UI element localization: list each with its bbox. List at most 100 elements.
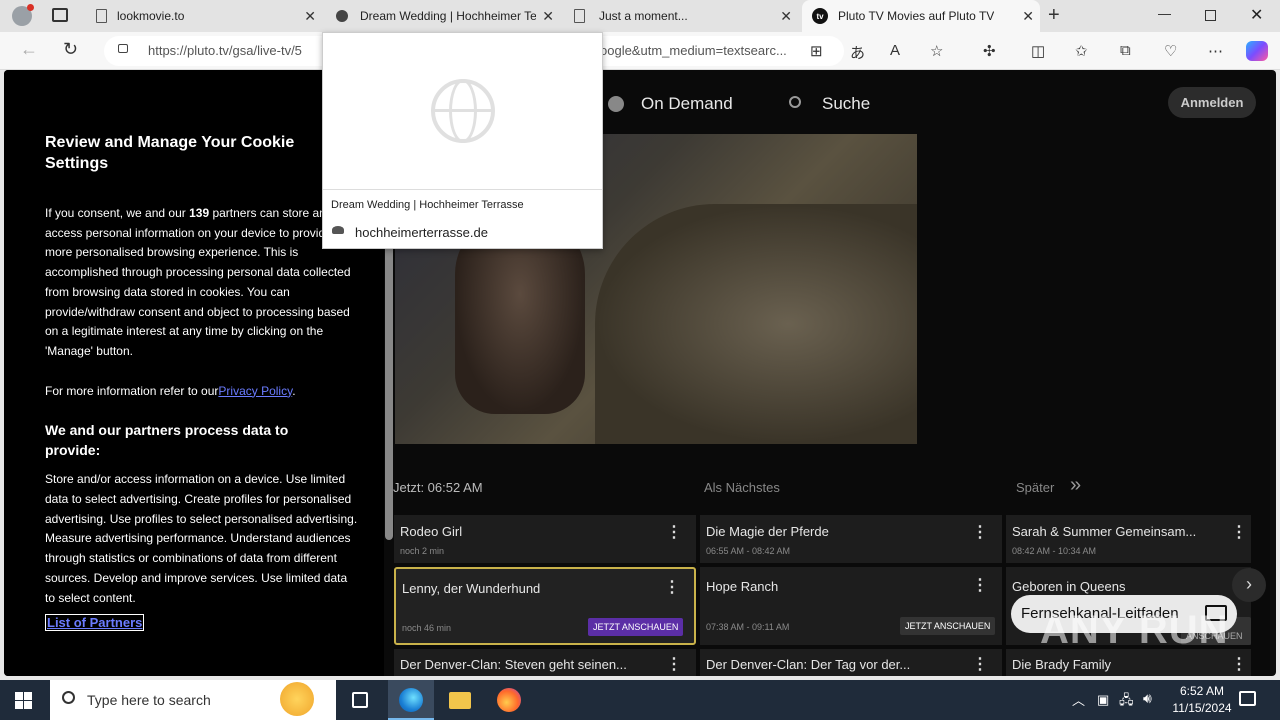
partners-count: 139 <box>189 206 210 220</box>
network-icon[interactable]: 🖧 <box>1119 691 1134 713</box>
watch-now-button[interactable]: JETZT ANSCHAUEN <box>900 617 996 635</box>
lock-icon <box>118 44 128 53</box>
kebab-menu-icon[interactable]: ⋮ <box>666 522 682 542</box>
extensions-icon[interactable]: ✣ <box>983 42 996 60</box>
program-cell-selected[interactable]: Lenny, der Wunderhund noch 46 min ⋮ JETZ… <box>394 567 696 645</box>
anyrun-watermark: ANY RUN <box>1040 608 1229 653</box>
kebab-menu-icon[interactable]: ⋮ <box>666 654 682 674</box>
program-cell[interactable]: Der Denver-Clan: Der Tag vor der... ⋮ <box>700 649 1002 676</box>
minimize-icon[interactable]: — <box>1158 6 1171 21</box>
video-frame-background <box>595 204 917 444</box>
volume-icon[interactable]: 🔊︎ <box>1143 690 1152 707</box>
translate-icon[interactable]: あ <box>850 42 865 63</box>
kebab-menu-icon[interactable]: ⋮ <box>664 577 680 597</box>
taskbar-search-input[interactable]: Type here to search <box>50 680 336 720</box>
back-icon[interactable]: ← <box>20 39 38 60</box>
program-time: 07:38 AM - 09:11 AM <box>706 622 790 632</box>
cookie-scrollbar[interactable] <box>385 240 393 540</box>
program-time: noch 2 min <box>400 546 445 556</box>
windows-start-icon[interactable] <box>15 692 32 709</box>
privacy-policy-link[interactable]: Privacy Policy <box>218 384 292 398</box>
nav-search[interactable]: Suche <box>822 94 870 114</box>
program-cell[interactable]: Der Denver-Clan: Steven geht seinen... ⋮ <box>394 649 696 676</box>
read-aloud-icon[interactable]: A <box>890 42 900 59</box>
preview-thumbnail <box>323 33 602 190</box>
program-cell[interactable]: Sarah & Summer Gemeinsam... 08:42 AM - 1… <box>1006 515 1251 563</box>
firefox-icon[interactable] <box>497 688 521 712</box>
login-button[interactable]: Anmelden <box>1168 87 1256 118</box>
list-of-partners-link[interactable]: List of Partners <box>45 614 145 632</box>
program-cell[interactable]: Hope Ranch 07:38 AM - 09:11 AM ⋮ JETZT A… <box>700 567 1002 645</box>
more-info-text: For more information refer to our <box>45 383 219 398</box>
weather-sun-icon <box>280 682 314 716</box>
program-title: Die Brady Family <box>1012 657 1111 672</box>
cookie-purposes: Store and/or access information on a dev… <box>45 472 358 605</box>
play-circle-icon <box>608 96 624 112</box>
preview-domain: hochheimerterrasse.de <box>355 225 488 240</box>
favorites-icon[interactable]: ✩ <box>1075 42 1088 60</box>
tab-dream-wedding[interactable]: Dream Wedding | Hochheimer Te ✕ <box>324 0 560 32</box>
watch-now-label: JETZT ANSCHAUEN <box>593 622 679 632</box>
nav-on-demand[interactable]: On Demand <box>641 94 733 114</box>
tab-lookmovie[interactable]: lookmovie.to ✕ <box>86 0 322 32</box>
kebab-menu-icon[interactable]: ⋮ <box>972 575 988 595</box>
clock-time[interactable]: 6:52 AM <box>1172 684 1232 698</box>
tab-just-a-moment[interactable]: Just a moment... ✕ <box>562 0 798 32</box>
pluto-tv-favicon: tv <box>812 8 828 24</box>
url-text: https://pluto.tv/gsa/live-tv/5 <box>148 43 302 58</box>
edge-taskbar-button[interactable] <box>388 680 434 720</box>
program-title: Die Magie der Pferde <box>706 524 829 539</box>
watch-now-button[interactable]: JETZT ANSCHAUEN <box>588 618 684 636</box>
kebab-menu-icon[interactable]: ⋮ <box>1231 654 1247 674</box>
close-icon[interactable]: ✕ <box>304 8 316 25</box>
double-chevron-right-icon[interactable]: » <box>1070 474 1081 497</box>
globe-icon-equator <box>433 109 493 112</box>
program-title: Sarah & Summer Gemeinsam... <box>1012 524 1197 539</box>
kebab-menu-icon[interactable]: ⋮ <box>972 654 988 674</box>
login-label: Anmelden <box>1180 95 1244 110</box>
file-explorer-icon[interactable] <box>449 692 471 709</box>
profile-avatar[interactable] <box>12 4 34 26</box>
kebab-menu-icon[interactable]: ⋮ <box>1231 522 1247 542</box>
guide-next: Als Nächstes <box>704 480 780 495</box>
program-title: Lenny, der Wunderhund <box>402 581 541 596</box>
close-window-icon[interactable]: ✕ <box>1250 5 1263 25</box>
address-bar-row: ← ↻ https://pluto.tv/gsa/live-tv/5 oogle… <box>0 32 1280 70</box>
program-title: Der Denver-Clan: Steven geht seinen... <box>400 657 627 672</box>
more-icon[interactable]: ⋯ <box>1208 42 1223 60</box>
split-screen-icon[interactable]: ◫ <box>1031 42 1045 60</box>
new-tab-button[interactable]: + <box>1048 4 1060 27</box>
performance-icon[interactable]: ♡ <box>1164 42 1177 60</box>
program-cell[interactable]: Rodeo Girl noch 2 min ⋮ <box>394 515 696 563</box>
program-title: Hope Ranch <box>706 579 779 594</box>
clock-date[interactable]: 11/15/2024 <box>1164 701 1240 715</box>
program-cell[interactable]: Die Brady Family ⋮ <box>1006 649 1251 676</box>
tab-actions-icon[interactable] <box>52 8 68 22</box>
program-time: noch 46 min <box>402 623 452 633</box>
close-icon[interactable]: ✕ <box>1022 8 1034 25</box>
guide-later[interactable]: Später <box>1016 480 1054 495</box>
close-icon[interactable]: ✕ <box>780 8 792 25</box>
refresh-icon[interactable]: ↻ <box>63 39 78 60</box>
kebab-menu-icon[interactable]: ⋮ <box>972 522 988 542</box>
meet-icon[interactable]: ▣ <box>1097 692 1109 708</box>
guide-now: Jetzt: 06:52 AM <box>393 480 483 495</box>
close-icon[interactable]: ✕ <box>542 8 554 25</box>
program-cell[interactable]: Die Magie der Pferde 06:55 AM - 08:42 AM… <box>700 515 1002 563</box>
task-view-icon[interactable] <box>352 692 368 708</box>
notifications-icon[interactable] <box>1239 691 1256 706</box>
search-icon[interactable] <box>789 96 801 108</box>
restore-icon[interactable] <box>1205 10 1216 21</box>
tab-pluto-tv[interactable]: tv Pluto TV Movies auf Pluto TV ✕ <box>802 0 1040 32</box>
site-icon <box>334 8 350 24</box>
page-icon <box>574 9 585 23</box>
copilot-icon[interactable] <box>1246 41 1268 61</box>
scroll-right-button[interactable]: › <box>1232 568 1266 602</box>
program-title: Rodeo Girl <box>400 524 463 539</box>
favorite-star-icon[interactable]: ☆ <box>930 42 943 60</box>
chevron-up-icon[interactable]: ︿ <box>1072 690 1085 709</box>
url-text-tail: oogle&utm_medium=textsearc... <box>600 43 787 58</box>
collections-icon[interactable]: ⧉ <box>1120 42 1131 59</box>
cookie-intro-text-cont: partners can store and/or access persona… <box>45 206 351 358</box>
apps-icon[interactable]: ⊞ <box>810 42 823 60</box>
